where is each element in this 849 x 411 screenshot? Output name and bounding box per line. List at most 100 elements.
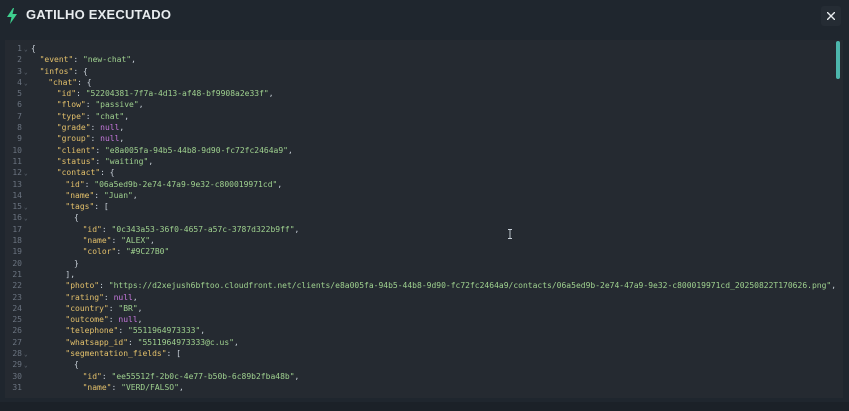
json-punctuation: : [ — [94, 202, 109, 212]
line-number: 4 — [17, 77, 22, 87]
code-text: "status": "waiting", — [57, 156, 153, 167]
json-code-editor[interactable]: 1 ⌄{2 "event": "new-chat", 3 ⌄ "infos": {4 ⌄ "c… — [5, 40, 843, 398]
json-key: "chat" — [48, 77, 78, 87]
json-string: "https://d2xejush6bftoo.cloudfront.net/c… — [108, 281, 832, 291]
code-text: "event": "new-chat", — [40, 54, 136, 65]
json-string: "Juan" — [103, 190, 133, 200]
json-key: "grade" — [56, 123, 91, 133]
json-punctuation: , — [148, 156, 154, 166]
code-text: "id": "52204381-7f7a-4d13-af48-bf9908a2e… — [57, 88, 274, 99]
code-text: "telephone": "5511964973333", — [65, 325, 205, 336]
json-punctuation: : — [94, 190, 104, 200]
code-text: "outcome": null, — [65, 314, 142, 325]
code-line: 5 "id": "52204381-7f7a-4d13-af48-bf9908a2… — [5, 88, 835, 99]
json-null: null — [113, 292, 133, 302]
code-line: 24 "country": "BR", — [5, 303, 835, 314]
close-icon — [827, 12, 835, 20]
json-key: "tags" — [65, 202, 95, 212]
code-line: 21], — [5, 269, 835, 280]
json-key: "status" — [56, 156, 96, 166]
json-string: "ee55512f-2b0c-4e77-b50b-6c89b2fba48b" — [111, 371, 295, 381]
json-punctuation: : — [99, 281, 109, 291]
json-key: "event" — [39, 55, 74, 65]
json-punctuation: : — [111, 236, 122, 246]
code-text: } — [74, 258, 79, 269]
json-punctuation: : — [116, 247, 126, 257]
code-line: 25 "outcome": null, — [5, 314, 835, 325]
code-text: "group": null, — [57, 133, 124, 144]
code-line: 6 "flow": "passive", — [5, 99, 835, 110]
json-punctuation: , — [200, 326, 206, 336]
modal-title: GATILHO EXECUTADO — [26, 7, 172, 22]
line-number: 27 — [12, 337, 22, 347]
json-punctuation: : { — [100, 168, 115, 178]
code-line: 29 ⌄{ — [5, 359, 835, 370]
line-number: 16 — [12, 213, 22, 223]
json-string: "new-chat" — [82, 55, 132, 65]
json-punctuation: : — [128, 337, 138, 347]
json-string: "#9C27B0" — [125, 247, 170, 257]
json-string: "BR" — [118, 303, 138, 313]
json-key: "group" — [56, 134, 91, 144]
json-punctuation: : — [118, 326, 129, 336]
code-text: "infos": { — [40, 66, 88, 77]
line-number: 22 — [12, 281, 22, 291]
json-key: "flow" — [56, 100, 86, 110]
json-string: "0c343a53-36f0-4657-a57c-3787d322b9ff" — [111, 224, 295, 234]
code-line: 16 ⌄{ — [5, 212, 835, 223]
code-text: "country": "BR", — [65, 303, 142, 314]
trigger-modal: GATILHO EXECUTADO 1 ⌄{2 "event": "new-chat… — [0, 0, 849, 411]
code-text: "type": "chat", — [57, 111, 129, 122]
json-key: "type" — [56, 111, 86, 121]
code-text: "color": "#9C27B0" — [83, 246, 170, 257]
code-text: "segmentation_fields": [ — [65, 348, 181, 359]
json-punctuation: , — [131, 55, 136, 65]
code-text: "chat": { — [48, 77, 91, 88]
json-punctuation: : — [84, 179, 95, 189]
json-punctuation: , — [294, 224, 300, 234]
code-line: 9 "group": null, — [5, 133, 835, 144]
code-text: ], — [65, 269, 75, 280]
code-line: 1 ⌄{ — [5, 43, 835, 54]
json-string: "passive" — [95, 100, 139, 110]
line-number: 9 — [17, 134, 22, 144]
line-number: 23 — [12, 292, 22, 302]
code-text: "rating": null, — [65, 292, 137, 303]
json-key: "id" — [56, 89, 77, 99]
json-punctuation: , — [277, 179, 283, 189]
code-line: 3 ⌄ "infos": { — [5, 66, 835, 77]
code-line: 17 "id": "0c343a53-36f0-4657-a57c-3787d32… — [5, 224, 835, 235]
code-text: "contact": { — [57, 167, 115, 178]
line-number: 6 — [17, 100, 22, 110]
line-number: 8 — [17, 123, 22, 133]
code-line: 10 "client": "e8a005fa-94b5-44b8-9d90-fc7… — [5, 145, 835, 156]
line-number: 28 — [12, 349, 22, 359]
line-number: 25 — [12, 315, 22, 325]
json-string: "ALEX" — [121, 236, 151, 246]
json-key: "photo" — [65, 281, 100, 291]
code-line: 12 ⌄ "contact": { — [5, 167, 835, 178]
code-line: 4 ⌄ "chat": { — [5, 77, 835, 88]
json-key: "country" — [65, 303, 109, 313]
json-punctuation: : — [90, 123, 101, 133]
line-number: 18 — [12, 236, 22, 246]
close-button[interactable] — [821, 6, 841, 26]
json-punctuation: : — [108, 315, 119, 325]
json-string: "e8a005fa-94b5-44b8-9d90-fc72fc2464a9" — [104, 145, 288, 155]
code-text: "id": "06a5ed9b-2e74-47a9-9e32-c80001997… — [65, 179, 282, 190]
json-punctuation: : — [85, 100, 96, 110]
json-key: "id" — [82, 224, 102, 234]
json-string: "5511964973333" — [128, 326, 201, 336]
json-punctuation: , — [137, 303, 143, 313]
json-key: "client" — [56, 145, 96, 155]
code-text: "name": "ALEX", — [83, 235, 155, 246]
line-number: 17 — [12, 224, 22, 234]
code-lines: 1 ⌄{2 "event": "new-chat", 3 ⌄ "infos": {4 ⌄ "c… — [5, 43, 836, 393]
code-line: 30 "id": "ee55512f-2b0c-4e77-b50b-6c89b2f… — [5, 371, 835, 382]
editor-scrollbar[interactable] — [836, 41, 840, 79]
line-number: 1 — [17, 44, 22, 53]
line-number: 31 — [12, 382, 22, 392]
modal-footer — [0, 402, 849, 411]
json-punctuation: : — [101, 371, 112, 381]
line-number: 30 — [12, 371, 22, 381]
